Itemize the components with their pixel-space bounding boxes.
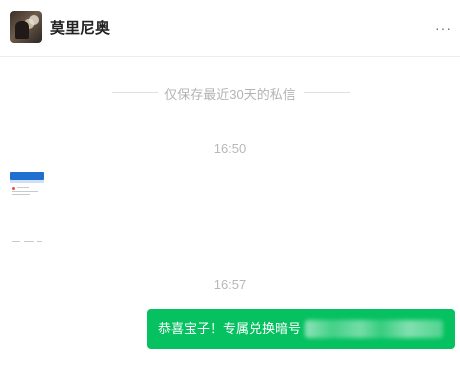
more-dots-icon[interactable]: ··· (435, 20, 452, 36)
contact-name: 莫里尼奥 (50, 20, 111, 37)
message-timestamp: 16:50 (213, 141, 247, 156)
thumb-line (17, 187, 29, 188)
thumb-line (24, 241, 34, 242)
avatar-light (29, 15, 39, 25)
avatar[interactable] (10, 11, 42, 43)
message-text: 恭喜宝子！专属兑换暗号 (158, 321, 302, 336)
thumb-line (12, 241, 20, 242)
thumb-line (37, 241, 42, 242)
thumb-dot (12, 187, 15, 190)
avatar-figure (15, 21, 29, 39)
redacted-code (305, 320, 443, 338)
notice-text: 仅保存最近30天的私信 (164, 87, 296, 102)
chat-header: 莫里尼奥 ··· (0, 0, 460, 57)
thumb-subbar (10, 180, 44, 183)
image-message[interactable] (10, 172, 44, 250)
thumb-line (12, 194, 30, 195)
notice-divider-right (304, 92, 350, 93)
retention-notice: 仅保存最近30天的私信 (0, 83, 460, 102)
message-timestamp: 16:57 (213, 277, 247, 292)
thumb-line (12, 191, 38, 192)
thumb-header-bar (10, 172, 44, 180)
sent-message-bubble[interactable]: 恭喜宝子！专属兑换暗号 (147, 309, 455, 349)
